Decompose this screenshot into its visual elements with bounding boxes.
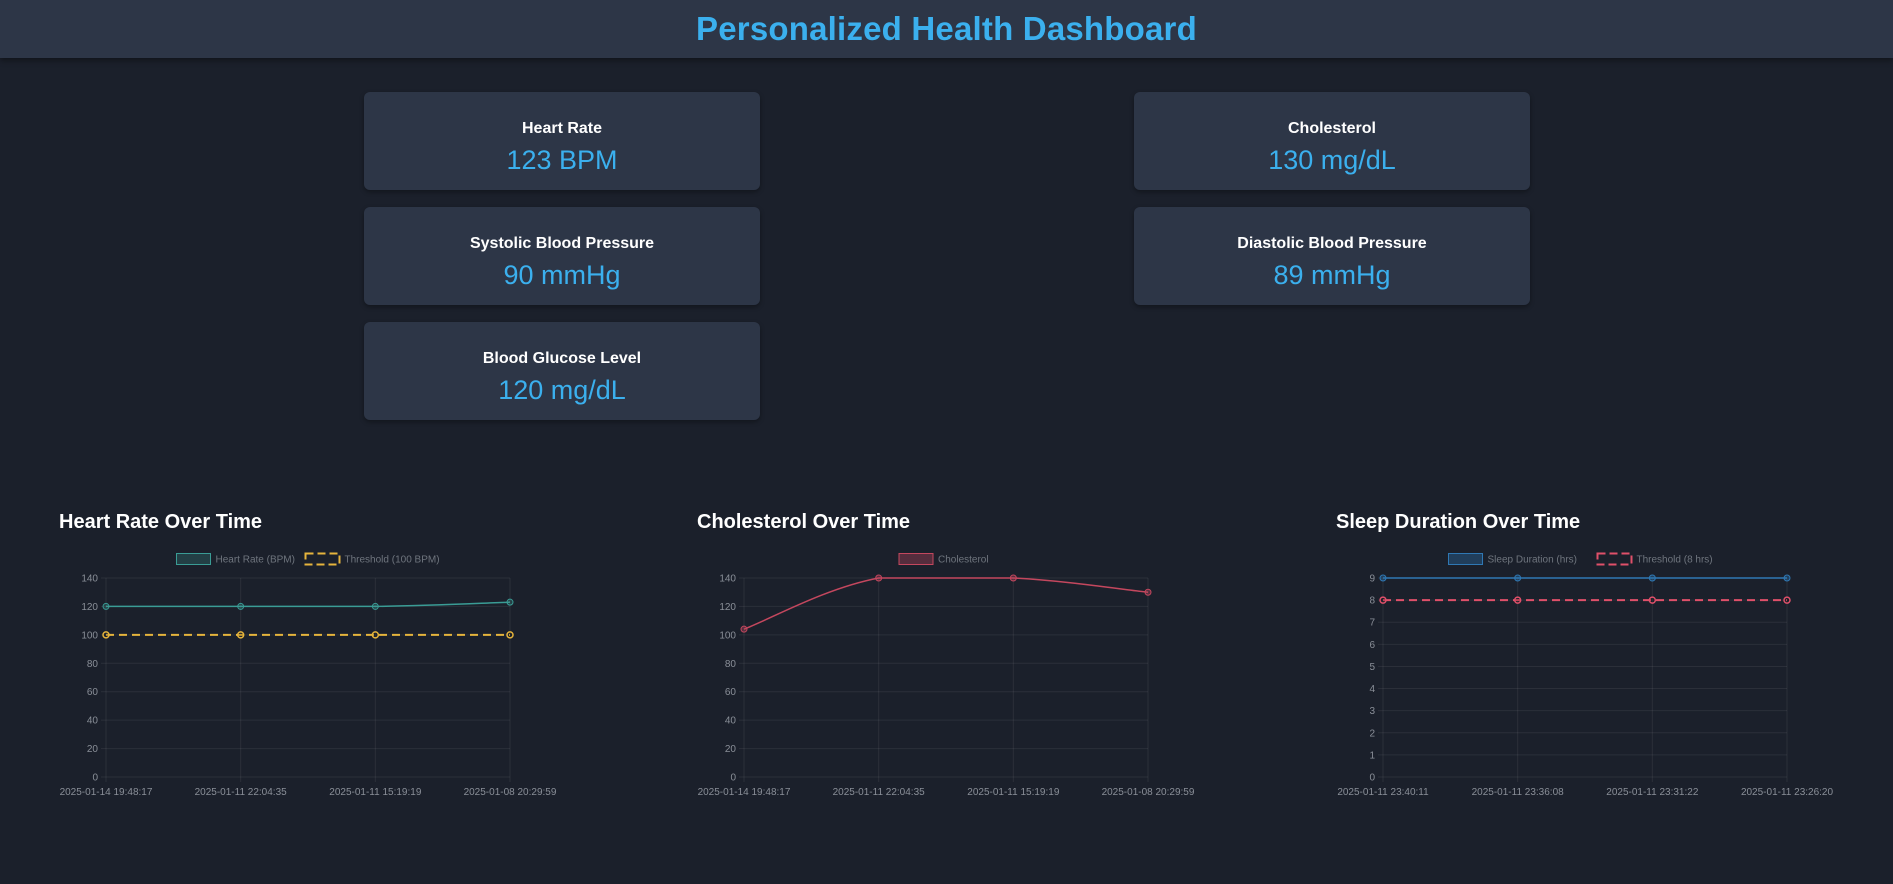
chart-1-ytick-label: 60 [725,687,737,698]
cholesterol-chart: 0 20 40 60 80 100 120 140 2025-01-14 19:48:17 202… [698,553,1195,798]
chart-1-data-point [875,574,883,582]
chart-0-data-point [371,602,379,610]
chart-1-ytick-label: 0 [730,773,736,784]
chart-0-data-point [237,602,245,610]
blood-glucose-value: 120 mg/dL [498,375,626,405]
chart-2-data-point [1783,596,1791,604]
chart-0-series-line [105,601,511,608]
chart-1-data-point [740,625,748,633]
chart-0-legend-swatch [176,553,211,565]
chart-1-ytick-label: 100 [719,630,736,641]
chart-2-ytick-label: 0 [1369,773,1375,784]
blood-glucose-card: Blood Glucose Level 120 mg/dL [364,322,760,420]
diastolic-bp-card: Diastolic Blood Pressure 89 mmHg [1134,207,1530,305]
chart-2-ytick-label: 2 [1369,728,1375,739]
chart-0-ytick-label: 140 [81,574,98,585]
chart-0-ytick-label: 40 [87,716,99,727]
chart-2-ytick-label: 4 [1369,684,1375,695]
chart-1-legend-swatch [898,553,934,565]
chart-0-ytick-label: 80 [87,659,99,670]
chart-0-data-point [102,631,110,639]
chart-2-ytick-label: 1 [1369,750,1375,761]
heart-rate-chart: 0 20 40 60 80 100 120 140 2025-01-14 19:48:17 202… [60,552,557,798]
chart-1-xtick-label: 2025-01-11 15:19:19 [967,787,1060,798]
chart-2-legend-label: Sleep Duration (hrs) [1488,555,1577,566]
cholesterol-card: Cholesterol 130 mg/dL [1134,92,1530,190]
chart-2-data-point [1513,596,1522,604]
chart-2-xtick-label: 2025-01-11 23:26:20 [1741,787,1834,798]
chart-0-data-point [506,598,514,606]
chart-0-xtick-label: 2025-01-11 22:04:35 [195,787,288,798]
chart-2-xtick-label: 2025-01-11 23:31:22 [1606,787,1699,798]
chart-2-ytick-label: 3 [1369,706,1375,717]
chart-2-ytick-label: 7 [1369,618,1375,629]
chart-0-ytick-label: 20 [87,744,99,755]
chart-0-xtick-label: 2025-01-14 19:48:17 [60,787,153,798]
page-title: Personalized Health Dashboard [696,10,1197,47]
heart-rate-label: Heart Rate [521,120,603,137]
chart-0-data-point [236,631,245,639]
chart-0-ytick-label: 100 [81,630,98,641]
chart-0-ytick-label: 60 [87,687,99,698]
sleep-chart: 0 1 2 3 4 5 6 7 8 9 2025-01-11 23:40:11 2025-01-11 … [1337,552,1834,798]
chart-2-xtick-label: 2025-01-11 23:40:11 [1337,787,1429,798]
cholesterol-value: 130 mg/dL [1268,145,1396,175]
chart-0-ytick-label: 0 [92,773,98,784]
chart-2-data-point [1379,574,1387,582]
heart-rate-card: Heart Rate 123 BPM [364,92,760,190]
systolic-bp-value: 90 mmHg [503,260,621,290]
chart-1-ytick-label: 120 [719,602,736,613]
chart-2-ytick-label: 9 [1369,574,1375,585]
chart-2-data-point [1783,574,1791,582]
chart-2-legend-label: Threshold (8 hrs) [1637,555,1713,566]
chart-1-ytick-label: 20 [725,744,737,755]
chart-1-ytick-label: 40 [725,716,737,727]
header: Personalized Health Dashboard [0,0,1893,58]
chart-2-legend-swatch [1448,553,1483,565]
heart-rate-value: 123 BPM [506,145,618,175]
chart-0-ytick-label: 120 [81,602,98,613]
chart-2-legend-swatch [1596,552,1633,566]
diastolic-bp-label: Diastolic Blood Pressure [1237,235,1427,252]
blood-glucose-label: Blood Glucose Level [482,350,642,367]
chart-1-xtick-label: 2025-01-14 19:48:17 [698,787,791,798]
chart-0-legend-swatch [304,552,341,566]
chart-2-data-point [1514,574,1522,582]
chart-2-data-point [1379,596,1387,604]
chart-0-data-point [102,602,110,610]
heart-rate-chart-title: Heart Rate Over Time [59,511,263,533]
chart-2-ytick-label: 5 [1369,662,1375,673]
chart-0-legend-label: Heart Rate (BPM) [216,555,295,566]
systolic-bp-label: Systolic Blood Pressure [469,235,655,252]
chart-2-data-point [1648,596,1657,604]
chart-2-ytick-label: 8 [1369,596,1375,607]
chart-0-xtick-label: 2025-01-11 15:19:19 [329,787,422,798]
chart-2-xtick-label: 2025-01-11 23:36:08 [1472,787,1565,798]
chart-1-data-point [1009,574,1017,582]
chart-0-legend-label: Threshold (100 BPM) [345,555,440,566]
chart-0-data-point [506,631,514,639]
chart-1-ytick-label: 80 [725,659,737,670]
chart-1-series-line [743,577,1149,630]
cholesterol-chart-title: Cholesterol Over Time [697,511,911,533]
chart-1-legend-label: Cholesterol [938,555,989,566]
chart-1-xtick-label: 2025-01-11 22:04:35 [833,787,926,798]
diastolic-bp-value: 89 mmHg [1273,260,1391,290]
systolic-bp-card: Systolic Blood Pressure 90 mmHg [364,207,760,305]
chart-1-xtick-label: 2025-01-08 20:29:59 [1102,787,1195,798]
chart-2-ytick-label: 6 [1369,640,1375,651]
chart-2-data-point [1648,574,1656,582]
sleep-chart-title: Sleep Duration Over Time [1336,511,1581,533]
cholesterol-label: Cholesterol [1287,120,1376,137]
chart-0-xtick-label: 2025-01-08 20:29:59 [464,787,557,798]
chart-1-data-point [1144,588,1152,596]
chart-1-ytick-label: 140 [719,574,736,585]
chart-0-data-point [371,631,380,639]
